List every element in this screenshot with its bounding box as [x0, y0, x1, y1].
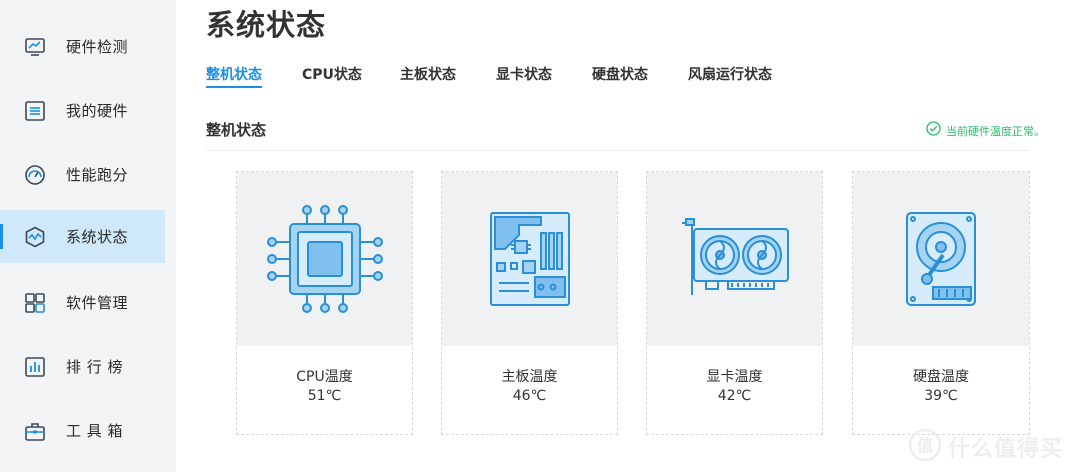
gpu-temp-card: 显卡温度 42℃: [646, 171, 823, 435]
sidebar-item-label: 性能跑分: [66, 166, 129, 184]
cpu-temp-card: CPU温度 51℃: [236, 171, 413, 435]
sidebar-item-software-mgmt[interactable]: 软件管理: [0, 276, 165, 329]
sidebar-item-hardware-detect[interactable]: 硬件检测: [0, 20, 165, 73]
toolbox-icon: [24, 420, 46, 442]
sidebar-item-label: 排 行 榜: [66, 358, 124, 376]
bar-chart-icon: [24, 356, 46, 378]
sidebar-item-my-hardware[interactable]: 我的硬件: [0, 84, 165, 137]
apps-grid-icon: [24, 292, 46, 314]
watermark: 值 什么值得买: [908, 428, 1063, 466]
hexagon-wave-icon: [24, 226, 46, 248]
graphics-card-icon: [647, 172, 822, 346]
speed-gauge-icon: [24, 164, 46, 186]
card-value: 51℃: [307, 388, 342, 404]
check-circle-icon: [926, 121, 941, 140]
divider: [206, 150, 1030, 151]
sidebar-item-label: 硬件检测: [66, 38, 129, 56]
tab-gpu-status[interactable]: 显卡状态: [496, 64, 552, 84]
cpu-chip-icon: [237, 172, 412, 346]
card-name: 硬盘温度: [913, 369, 969, 385]
disk-temp-card: 硬盘温度 39℃: [852, 171, 1030, 435]
card-name: CPU温度: [296, 369, 353, 385]
card-name: 显卡温度: [706, 369, 763, 385]
watermark-text: 什么值得买: [948, 437, 1064, 462]
tab-disk-status[interactable]: 硬盘状态: [592, 64, 648, 84]
sidebar-item-system-status[interactable]: 系统状态: [0, 210, 165, 263]
watermark-badge-icon: 值: [908, 428, 942, 466]
hardware-list-icon: [24, 100, 46, 122]
active-tab-indicator: [206, 86, 262, 88]
motherboard-icon: [442, 172, 617, 346]
sidebar-item-benchmark[interactable]: 性能跑分: [0, 148, 165, 201]
tab-overall-status[interactable]: 整机状态: [206, 64, 262, 84]
tab-cpu-status[interactable]: CPU状态: [302, 64, 362, 84]
temperature-status: 当前硬件温度正常。: [926, 121, 1045, 140]
status-text: 当前硬件温度正常。: [946, 124, 1045, 138]
sidebar-item-label: 系统状态: [66, 228, 129, 246]
sidebar: 硬件检测 我的硬件 性能跑分 系统状态 软件管理 排 行 榜 工 具 箱: [0, 0, 176, 472]
sidebar-item-label: 软件管理: [66, 294, 129, 312]
card-name: 主板温度: [501, 369, 558, 385]
sidebar-item-ranking[interactable]: 排 行 榜: [0, 340, 165, 393]
card-value: 39℃: [924, 388, 958, 404]
sidebar-item-toolbox[interactable]: 工 具 箱: [0, 404, 165, 457]
card-value: 46℃: [512, 388, 547, 404]
motherboard-temp-card: 主板温度 46℃: [441, 171, 618, 435]
watermark-badge-text: 值: [917, 436, 933, 455]
hard-disk-icon: [853, 172, 1029, 346]
page-title: 系统状态: [206, 8, 327, 42]
sidebar-item-label: 我的硬件: [66, 102, 129, 120]
sidebar-item-label: 工 具 箱: [66, 422, 124, 440]
monitor-chart-icon: [24, 36, 46, 58]
card-value: 42℃: [717, 388, 752, 404]
tab-motherboard-status[interactable]: 主板状态: [400, 64, 456, 84]
tab-fan-status[interactable]: 风扇运行状态: [688, 64, 772, 84]
section-title: 整机状态: [206, 121, 267, 139]
